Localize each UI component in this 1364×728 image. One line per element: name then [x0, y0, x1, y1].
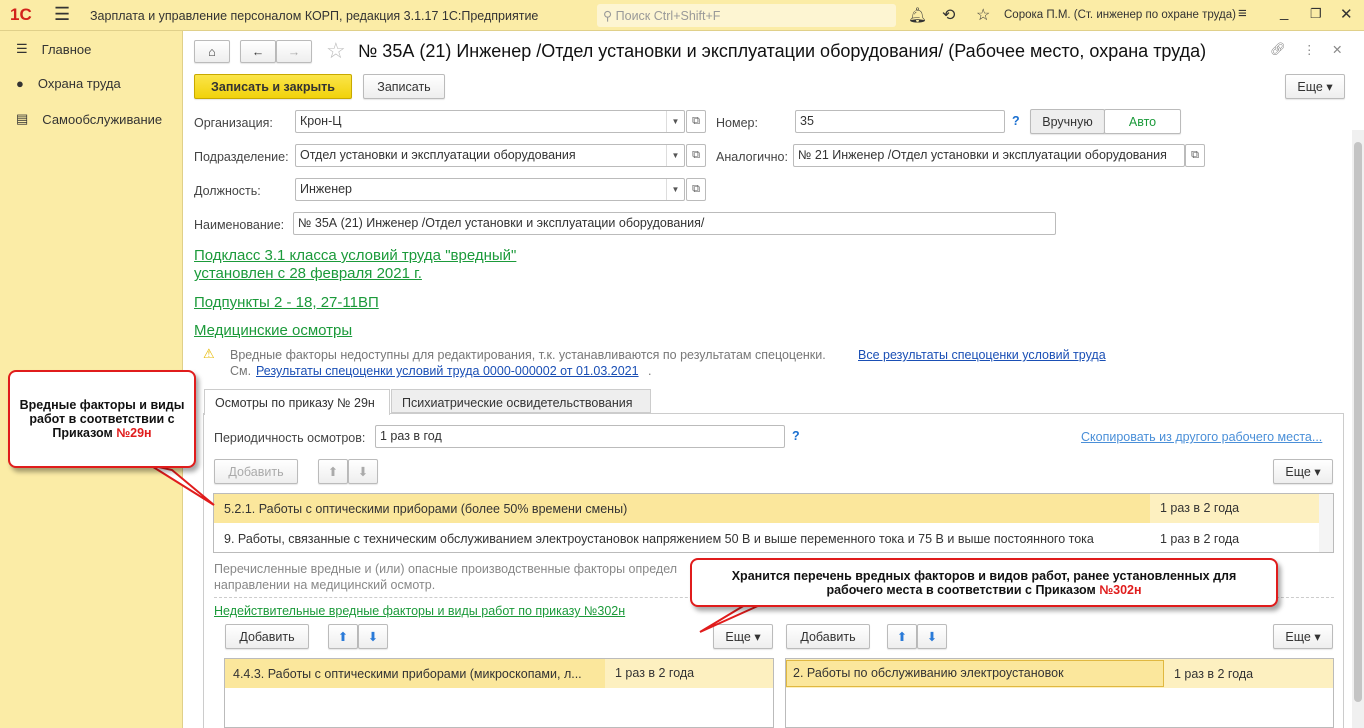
callout-29n: Вредные факторы и виды работ в соответст… [8, 370, 196, 468]
callout-text: Вредные факторы и виды работ в соответст… [19, 398, 185, 440]
callout-text: Хранится перечень вредных факторов и вид… [731, 568, 1237, 597]
callout-302n: Хранится перечень вредных факторов и вид… [690, 558, 1278, 607]
callout-arrows [149, 464, 761, 633]
